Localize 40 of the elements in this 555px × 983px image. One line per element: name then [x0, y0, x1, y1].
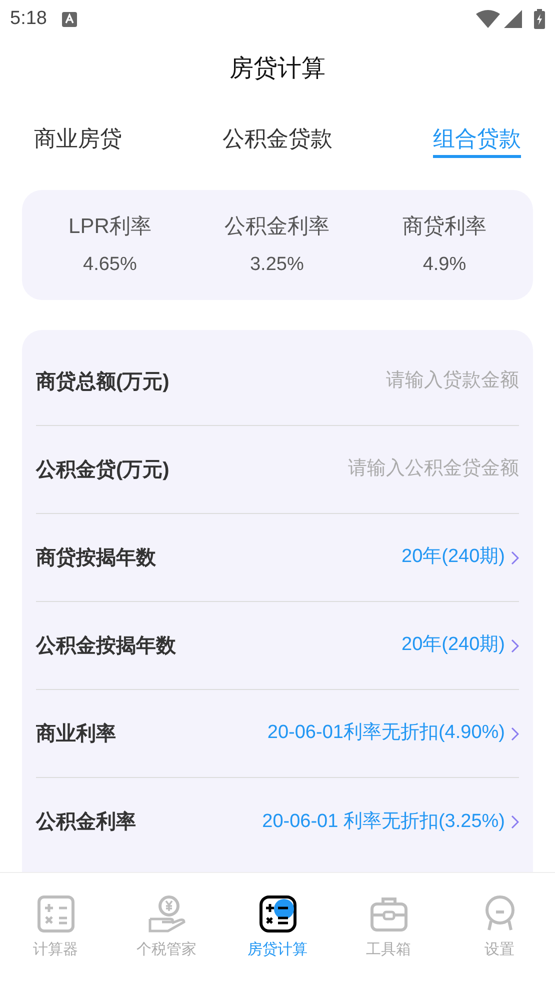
wifi-icon	[476, 10, 500, 28]
tab[interactable]: 商业房贷	[34, 122, 122, 158]
select-value[interactable]: 20-06-01利率无折扣(4.90%)	[267, 719, 519, 748]
field-label: 公积金利率	[36, 810, 136, 835]
field-label: 商贷按揭年数	[36, 546, 156, 570]
input-field[interactable]: 请输入公积金贷金额	[269, 455, 519, 484]
notification-icon	[62, 12, 77, 26]
signal-icon	[504, 10, 522, 28]
status-time: 5:18	[10, 6, 47, 31]
select-value[interactable]: 20年(240期)	[402, 631, 519, 660]
field-label: 公积金按揭年数	[36, 634, 176, 658]
nav-item[interactable]: 工具箱	[333, 895, 444, 962]
coin-hand-icon	[148, 895, 186, 933]
nav-item[interactable]: 设置	[444, 895, 555, 962]
rate-label: 公积金利率	[224, 214, 330, 240]
chevron-icon	[511, 550, 519, 564]
input-field[interactable]: 请输入贷款金额	[269, 367, 519, 396]
select-value[interactable]: 20年(240期)	[402, 543, 519, 572]
field-label: 商业利率	[36, 722, 116, 746]
chevron-icon	[511, 638, 519, 652]
chevron-icon	[511, 815, 519, 829]
calculator-icon	[36, 895, 74, 933]
select-value[interactable]: 20-06-01 利率无折扣(3.25%)	[262, 808, 519, 836]
nav-item[interactable]: 个税管家	[111, 895, 222, 962]
field-label: 公积金贷(万元)	[36, 458, 170, 482]
rate-value: 3.25%	[250, 252, 304, 276]
battery-icon	[534, 9, 545, 29]
field-label: 商贷总额(万元)	[36, 370, 170, 394]
tab[interactable]: 公积金贷款	[222, 122, 332, 158]
rate-label: 商贷利率	[402, 214, 486, 240]
toolbox-icon	[370, 895, 408, 933]
rate-label: LPR利率	[68, 214, 152, 240]
tab[interactable]: 组合贷款	[433, 122, 521, 158]
nav-item[interactable]: 计算器	[0, 895, 111, 962]
calculator-icon	[258, 895, 296, 933]
nav-item[interactable]: 房贷计算	[222, 895, 333, 962]
rate-value: 4.9%	[422, 252, 466, 276]
page-title: 房贷计算	[230, 54, 326, 84]
chevron-icon	[511, 726, 519, 740]
rate-value: 4.65%	[83, 252, 137, 276]
